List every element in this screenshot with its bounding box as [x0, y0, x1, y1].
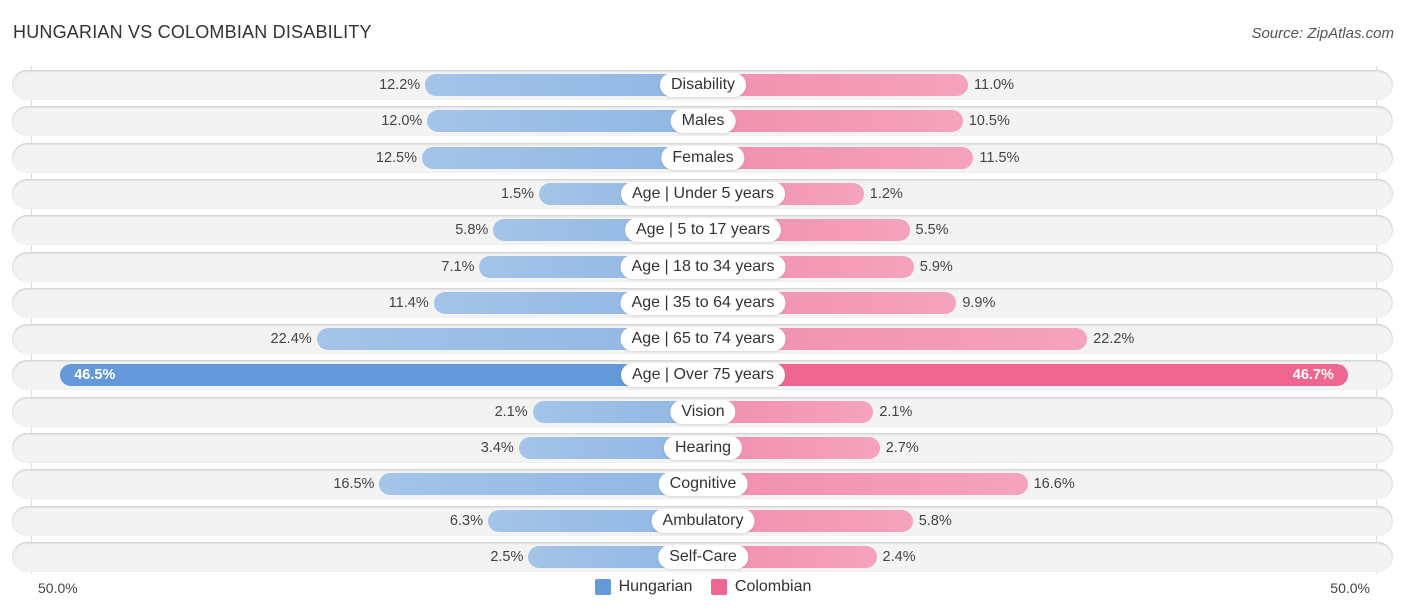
chart-row: 2.1% 2.1% Vision: [12, 396, 1393, 427]
value-label-colombian: 46.7%: [1292, 367, 1334, 384]
source-label: Source: ZipAtlas.com: [1251, 25, 1394, 42]
category-label: Cognitive: [658, 472, 748, 497]
value-label-colombian: 5.8%: [918, 512, 952, 529]
value-label-hungarian: 12.2%: [379, 77, 421, 93]
value-label-colombian: 2.7%: [885, 440, 919, 456]
value-label-hungarian: 22.4%: [270, 331, 312, 348]
chart-row: 6.3% 5.8% Ambulatory: [12, 505, 1393, 536]
legend-label-hungarian: Hungarian: [618, 578, 693, 595]
category-label: Age | 65 to 74 years: [620, 327, 786, 352]
legend-label-colombian: Colombian: [734, 578, 812, 595]
bar-colombian[interactable]: [703, 110, 963, 133]
chart-row: 2.5% 2.4% Self-Care: [12, 541, 1393, 572]
chart-row: 5.8% 5.5% Age | 5 to 17 years: [12, 215, 1393, 246]
category-label: Self-Care: [658, 544, 748, 569]
chart-row: 12.2% 11.0% Disability: [12, 70, 1393, 100]
value-label-hungarian: 46.5%: [74, 367, 116, 384]
value-label-hungarian: 12.5%: [375, 149, 417, 166]
category-label: Age | 35 to 64 years: [620, 290, 786, 315]
value-label-hungarian: 7.1%: [441, 258, 475, 275]
value-label-hungarian: 1.5%: [500, 185, 535, 202]
value-label-colombian: 5.9%: [919, 258, 953, 275]
value-label-colombian: 1.2%: [869, 185, 903, 202]
legend-swatch-colombian: [710, 579, 727, 595]
value-label-colombian: 11.5%: [979, 149, 1020, 166]
category-label: Females: [661, 145, 745, 170]
value-label-hungarian: 6.3%: [449, 512, 483, 529]
value-label-colombian: 5.5%: [915, 222, 949, 239]
value-label-hungarian: 2.5%: [490, 548, 524, 565]
value-label-hungarian: 3.4%: [480, 440, 514, 456]
value-label-colombian: 2.1%: [879, 403, 913, 420]
value-label-colombian: 2.4%: [882, 548, 916, 565]
bar-hungarian[interactable]: [427, 110, 703, 133]
bar-colombian[interactable]: [703, 473, 1028, 496]
category-label: Males: [670, 109, 736, 134]
value-label-hungarian: 16.5%: [333, 476, 375, 493]
bar-colombian[interactable]: [703, 364, 1348, 387]
value-label-hungarian: 12.0%: [381, 113, 423, 130]
category-label: Hearing: [663, 436, 743, 460]
category-label: Age | Over 75 years: [621, 363, 785, 388]
value-label-colombian: 16.6%: [1033, 476, 1075, 493]
chart-row: 12.0% 10.5% Males: [12, 106, 1393, 137]
chart-row: 7.1% 5.9% Age | 18 to 34 years: [12, 251, 1393, 282]
chart-row: 22.4% 22.2% Age | 65 to 74 years: [12, 324, 1393, 355]
value-label-hungarian: 2.1%: [494, 403, 528, 420]
legend-swatch-hungarian: [594, 579, 611, 595]
chart-row: 3.4% 2.7% Hearing: [12, 433, 1393, 463]
chart-row: 1.5% 1.2% Age | Under 5 years: [12, 178, 1393, 209]
category-label: Disability: [659, 73, 747, 97]
category-label: Age | 18 to 34 years: [620, 254, 786, 279]
category-label: Vision: [670, 399, 736, 424]
bar-hungarian[interactable]: [60, 364, 703, 387]
category-label: Ambulatory: [651, 508, 755, 533]
chart-title: HUNGARIAN VS COLOMBIAN DISABILITY: [13, 22, 372, 42]
chart-row: 16.5% 16.6% Cognitive: [12, 469, 1393, 500]
bar-hungarian[interactable]: [379, 473, 703, 496]
value-label-colombian: 9.9%: [962, 294, 996, 311]
value-label-colombian: 22.2%: [1093, 331, 1135, 348]
legend-item-hungarian[interactable]: Hungarian: [594, 578, 693, 596]
chart-row: 11.4% 9.9% Age | 35 to 64 years: [12, 287, 1393, 318]
legend: Hungarian Colombian: [0, 578, 1406, 600]
category-label: Age | 5 to 17 years: [624, 218, 782, 243]
value-label-colombian: 10.5%: [968, 113, 1010, 130]
category-label: Age | Under 5 years: [620, 181, 786, 206]
chart-row: 12.5% 11.5% Females: [12, 142, 1393, 173]
value-label-colombian: 11.0%: [974, 77, 1015, 93]
legend-item-colombian[interactable]: Colombian: [710, 578, 812, 596]
value-label-hungarian: 5.8%: [455, 222, 489, 239]
value-label-hungarian: 11.4%: [388, 294, 429, 311]
chart-row: 46.5% 46.7% Age | Over 75 years: [12, 360, 1393, 391]
